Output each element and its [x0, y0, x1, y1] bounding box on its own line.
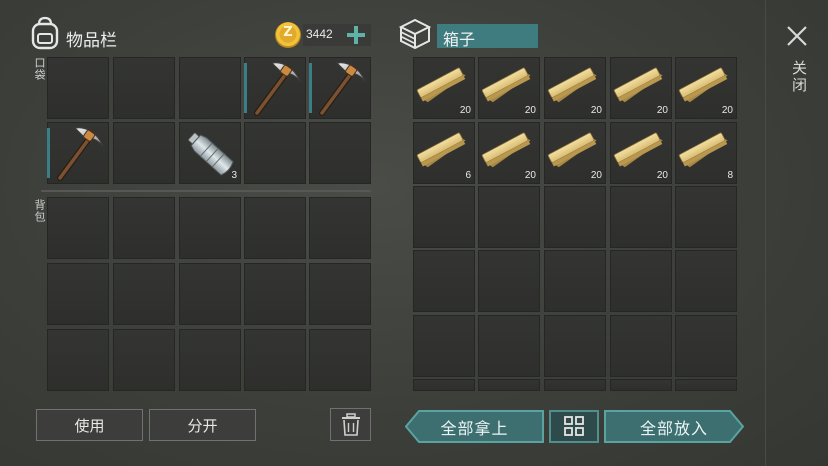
item-count: 8 — [727, 170, 733, 181]
close-label[interactable]: 关闭 — [789, 60, 810, 94]
box-slot[interactable]: 20 — [544, 122, 606, 184]
backpack-slot[interactable] — [244, 329, 306, 391]
box-slot[interactable]: 20 — [675, 57, 737, 119]
box-slot[interactable]: 6 — [413, 122, 475, 184]
box-slot[interactable] — [413, 186, 475, 248]
box-slot[interactable] — [610, 315, 672, 377]
pocket-divider — [41, 190, 371, 192]
backpack-label: 背包 — [33, 199, 46, 223]
box-slot[interactable] — [544, 186, 606, 248]
box-slot[interactable]: 20 — [478, 122, 540, 184]
box-slot[interactable]: 20 — [610, 57, 672, 119]
box-slot[interactable] — [610, 186, 672, 248]
use-button[interactable]: 使用 — [36, 409, 143, 441]
put-all-label: 全部放入 — [639, 418, 708, 438]
box-slot[interactable] — [478, 379, 540, 391]
box-slot[interactable] — [675, 315, 737, 377]
box-slot[interactable] — [675, 379, 737, 391]
box-slot[interactable]: 20 — [413, 57, 475, 119]
box-slot[interactable] — [544, 250, 606, 312]
box-slot[interactable]: 20 — [610, 122, 672, 184]
box-name-field[interactable]: 箱子 — [437, 24, 538, 49]
pickaxe-icon — [309, 57, 371, 119]
backpack-slot[interactable] — [309, 197, 371, 259]
pocket-slot-4[interactable] — [244, 57, 306, 119]
box-slot[interactable] — [610, 379, 672, 391]
box-slot[interactable] — [413, 379, 475, 391]
backpack-slot[interactable] — [47, 263, 109, 325]
backpack-slot[interactable] — [113, 197, 175, 259]
box-slot[interactable] — [610, 250, 672, 312]
grid-sort-icon — [564, 416, 584, 436]
backpack-slot[interactable] — [47, 197, 109, 259]
coin-icon: Z — [274, 21, 302, 49]
coin-symbol: Z — [283, 25, 293, 40]
backpack-slot[interactable] — [179, 329, 241, 391]
box-slot[interactable] — [675, 250, 737, 312]
item-count: 20 — [590, 105, 602, 116]
backpack-slot[interactable] — [113, 329, 175, 391]
box-slot[interactable] — [675, 186, 737, 248]
box-icon — [398, 17, 432, 51]
take-all-label: 全部拿上 — [440, 418, 509, 438]
right-panel-divider — [765, 0, 766, 466]
pocket-slot-3[interactable] — [179, 57, 241, 119]
pickaxe-icon — [244, 57, 306, 119]
backpack-slot[interactable] — [309, 329, 371, 391]
box-name: 箱子 — [443, 30, 476, 49]
item-count: 6 — [465, 170, 471, 181]
pocket-slot-8[interactable]: 3 — [179, 122, 241, 184]
item-count: 20 — [656, 170, 668, 181]
box-slot[interactable]: 20 — [478, 57, 540, 119]
item-count: 20 — [721, 105, 733, 116]
box-slot[interactable] — [478, 250, 540, 312]
sort-button[interactable] — [549, 410, 599, 443]
item-count: 20 — [524, 105, 536, 116]
box-slot[interactable]: 8 — [675, 122, 737, 184]
pocket-label: 口袋 — [33, 57, 46, 81]
close-icon[interactable] — [786, 25, 808, 47]
put-all-button[interactable]: 全部放入 — [604, 410, 744, 443]
item-count: 20 — [590, 170, 602, 181]
take-all-button[interactable]: 全部拿上 — [405, 410, 544, 443]
pocket-slot-1[interactable] — [47, 57, 109, 119]
backpack-slot[interactable] — [244, 263, 306, 325]
backpack-slot[interactable] — [244, 197, 306, 259]
backpack-slot[interactable] — [179, 197, 241, 259]
backpack-slot[interactable] — [179, 263, 241, 325]
inventory-title: 物品栏 — [66, 31, 117, 51]
trash-icon — [341, 412, 360, 436]
box-slot[interactable] — [478, 315, 540, 377]
item-count: 20 — [459, 105, 471, 116]
pickaxe-icon — [47, 122, 109, 184]
box-slot[interactable] — [413, 315, 475, 377]
item-count: 20 — [656, 105, 668, 116]
backpack-slot[interactable] — [113, 263, 175, 325]
pocket-slot-5[interactable] — [309, 57, 371, 119]
box-slot[interactable] — [413, 250, 475, 312]
backpack-slot[interactable] — [47, 329, 109, 391]
coin-amount: 3442 — [306, 27, 333, 41]
box-slot[interactable] — [544, 379, 606, 391]
pocket-slot-2[interactable] — [113, 57, 175, 119]
item-count: 3 — [231, 170, 237, 181]
box-slot[interactable]: 20 — [544, 57, 606, 119]
box-slot[interactable] — [544, 315, 606, 377]
trash-button[interactable] — [330, 408, 371, 441]
backpack-icon — [30, 16, 60, 50]
pocket-slot-7[interactable] — [113, 122, 175, 184]
pocket-slot-6[interactable] — [47, 122, 109, 184]
plus-icon[interactable] — [346, 25, 366, 45]
backpack-slot[interactable] — [309, 263, 371, 325]
pocket-slot-9[interactable] — [244, 122, 306, 184]
box-slot[interactable] — [478, 186, 540, 248]
pocket-slot-10[interactable] — [309, 122, 371, 184]
item-count: 20 — [524, 170, 536, 181]
split-button[interactable]: 分开 — [149, 409, 256, 441]
